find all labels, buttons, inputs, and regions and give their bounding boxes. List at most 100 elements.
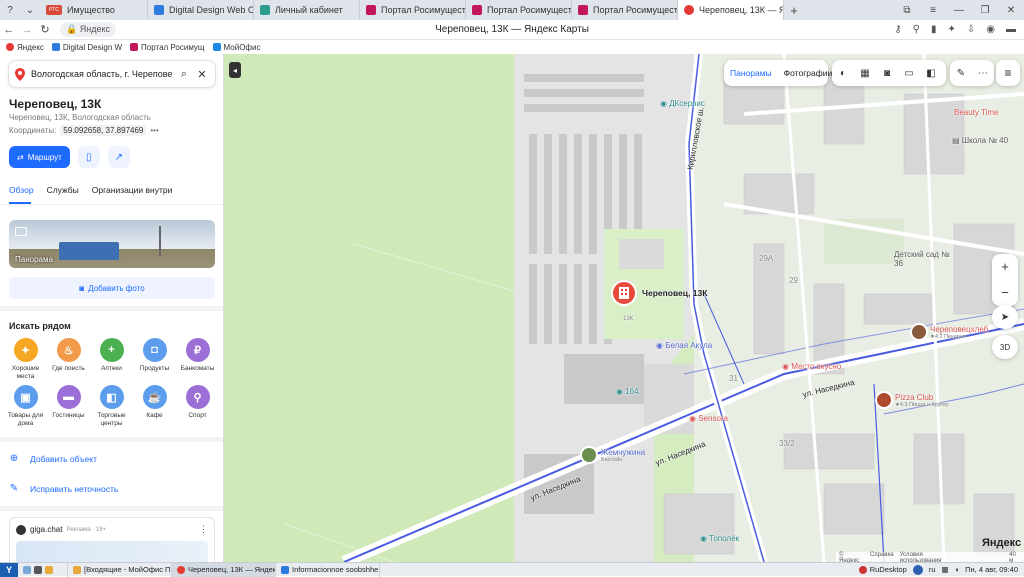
search-input[interactable]: Вологодская область, г. Череповец, (31, 69, 173, 79)
tab-groups-icon[interactable]: ? (0, 0, 20, 20)
reload-icon[interactable]: ↻ (36, 23, 54, 36)
taskbar-window[interactable]: [Входящие - МойОфис П... (68, 562, 172, 577)
taskbar-launcher[interactable] (18, 562, 68, 577)
browser-tab[interactable]: Личный кабинет (254, 0, 360, 20)
maximize-icon[interactable]: ❐ (972, 5, 998, 16)
browser-tab[interactable]: Digital Design Web Client (148, 0, 254, 20)
tabs-dropdown-icon[interactable]: ⌄ (20, 0, 40, 20)
coordinates-more-icon[interactable]: ••• (150, 126, 158, 135)
nearby-category[interactable]: ▣ Товары для дома (4, 385, 47, 428)
poi-label[interactable]: ◉ 164 (616, 387, 639, 396)
ad-more-icon[interactable]: ⋮ (199, 524, 208, 535)
browser-tab[interactable]: Портал Росимущества (360, 0, 466, 20)
browser-tab[interactable]: РТС Имущество (40, 0, 148, 20)
nearby-category[interactable]: ♨ Где поесть (47, 338, 90, 381)
bookmark-icon[interactable]: ▮ (931, 24, 937, 35)
map-canvas[interactable]: ул. Наседкина ул. Наседкина ул. Наседкин… (224, 54, 1024, 562)
poi-label[interactable]: Череповецхлеб (930, 325, 988, 334)
terms-link[interactable]: Условия использования (900, 552, 964, 562)
tab-overview[interactable]: Обзор (9, 185, 34, 195)
map-style-icon[interactable]: ◧ (920, 68, 942, 79)
photo-marker[interactable] (875, 391, 893, 409)
poi-label[interactable]: Жемчужина (601, 448, 645, 457)
menu-button[interactable]: ≡ (996, 60, 1020, 86)
add-photo-button[interactable]: ◙ Добавить фото (9, 277, 215, 299)
clear-search-icon[interactable]: ✕ (195, 68, 209, 81)
nearby-category[interactable]: ◧ Торговые центры (90, 385, 133, 428)
clock[interactable]: Пн, 4 авг, 09:40 (965, 565, 1018, 574)
back-icon[interactable]: ← (0, 24, 18, 36)
3d-button[interactable]: 3D (992, 335, 1018, 359)
tab-services[interactable]: Службы (47, 185, 79, 195)
poi-label[interactable]: ◉ Белая Акула (656, 341, 712, 350)
downloads-icon[interactable]: ⇩ (967, 24, 975, 35)
taskbar-window[interactable]: Череповец, 13К — Яндек... (172, 562, 276, 577)
photo-marker[interactable] (910, 323, 928, 341)
traffic-icon[interactable]: ▦ (854, 68, 876, 79)
new-tab-icon[interactable]: + (784, 3, 804, 18)
help-link[interactable]: Справка (870, 552, 894, 562)
fix-error-link[interactable]: ✎ Исправить неточность (9, 483, 118, 494)
photos-toggle[interactable]: Фотографии (778, 68, 839, 78)
rudesktop-tray-item[interactable]: RuDesktop (858, 565, 907, 574)
nearby-category[interactable]: ⚲ Спорт (176, 385, 219, 428)
taskbar-window[interactable]: Informacionnoe soobshhe... (276, 562, 380, 577)
nearby-category[interactable]: ☕ Кафе (133, 385, 176, 428)
location-icon[interactable]: ⚲ (913, 24, 920, 35)
bookmark-item[interactable]: Яндекс (6, 43, 44, 52)
extension2-icon[interactable]: ▬ (1006, 24, 1016, 35)
layers-icon[interactable]: ◐ (832, 68, 854, 79)
poi-label[interactable]: ◉ Sensora (689, 414, 728, 423)
poi-label[interactable]: Pizza Club (895, 393, 933, 402)
bookmark-item[interactable]: Digital Design W (51, 43, 122, 52)
nearby-category[interactable]: + Аптеки (90, 338, 133, 381)
nearby-category[interactable]: ◘ Продукты (133, 338, 176, 381)
minimize-icon[interactable]: — (946, 5, 972, 16)
url-domain[interactable]: 🔒 Яндекс (60, 22, 116, 37)
extension-icon[interactable]: ✦ (947, 24, 955, 35)
poi-label[interactable]: ◉ ДКсервис (660, 99, 705, 108)
volume-icon[interactable]: ◖ (955, 565, 960, 574)
add-object-link[interactable]: ⊕ Добавить объект (9, 453, 97, 464)
tab-organizations[interactable]: Организации внутри (92, 185, 173, 195)
nearby-category[interactable]: ✦ Хорошие места (4, 338, 47, 381)
share-button[interactable]: ↗ (107, 146, 130, 168)
bookmark-item[interactable]: Портал Росимущ (130, 43, 205, 52)
main-place-label[interactable]: Череповец, 13К (642, 288, 707, 298)
start-button[interactable]: Y (0, 562, 18, 577)
panoramas-toggle[interactable]: Панорамы (724, 68, 778, 78)
poi-label[interactable]: ◉ Место вкусно (782, 362, 841, 371)
poi-label[interactable]: ◉ Тополёк (700, 534, 739, 543)
key-icon[interactable]: ⚷ (894, 24, 901, 35)
main-place-marker[interactable] (611, 280, 637, 309)
collapse-sidebar-button[interactable]: ◂ (229, 62, 241, 78)
close-window-icon[interactable]: ✕ (998, 5, 1024, 16)
photo-marker[interactable] (580, 446, 598, 464)
browser-tab-active[interactable]: Череповец, 13К — Янд ✕ (678, 0, 784, 20)
poi-label[interactable]: Детский сад № 36 (894, 250, 954, 268)
nearby-category[interactable]: ₽ Банкоматы (176, 338, 219, 381)
network-icon[interactable]: ▦ (942, 565, 949, 574)
coordinates-value[interactable]: 59.092658, 37.897469 (60, 125, 147, 136)
more-icon[interactable]: ⋯ (972, 68, 994, 79)
bookmark-item[interactable]: МойОфис (212, 43, 260, 52)
ruler-icon[interactable]: ✎ (950, 68, 972, 79)
profile-icon[interactable]: ◉ (986, 24, 995, 35)
bus-icon[interactable]: ▭ (898, 68, 920, 79)
my-location-button[interactable]: ➤ (992, 305, 1018, 329)
nearby-category[interactable]: ▬ Гостиницы (47, 385, 90, 428)
panorama-photo[interactable]: Панорама (9, 220, 215, 268)
ad-card[interactable]: giga.chat Реклама · 18+ ⋮ (9, 517, 215, 562)
bookmark-place-button[interactable]: ▯ (77, 146, 100, 168)
browser-tab[interactable]: Портал Росимущества (466, 0, 572, 20)
camera-icon[interactable]: ◙ (876, 68, 898, 79)
search-box[interactable]: Вологодская область, г. Череповец, ⌕ ✕ (8, 60, 216, 88)
route-button[interactable]: ⇄ Маршрут (9, 146, 70, 168)
language-indicator[interactable]: ru (929, 565, 936, 574)
poi-label[interactable]: ▤ Школа № 40 (952, 136, 1008, 145)
bookmarks-panel-icon[interactable]: ⧉ (894, 5, 920, 16)
zoom-in-button[interactable]: + (1001, 254, 1009, 280)
forward-icon[interactable]: → (18, 24, 36, 36)
poi-label[interactable]: Beauty Time (954, 108, 998, 117)
search-icon[interactable]: ⌕ (177, 68, 191, 81)
